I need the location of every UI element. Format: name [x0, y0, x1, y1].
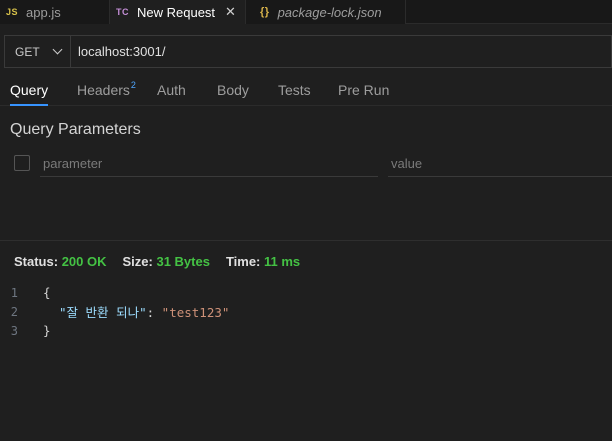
response-status-bar: Status: 200 OK Size: 31 Bytes Time: 11 m…: [14, 254, 300, 269]
tab-pre-run[interactable]: Pre Run: [338, 82, 389, 106]
request-tabs: Query Headers2 Auth Body Tests Pre Run: [0, 78, 612, 106]
json-value: "test123": [161, 305, 230, 320]
time-label: Time:: [225, 254, 261, 269]
tab-label: app.js: [26, 4, 61, 20]
time-info: Time: 11 ms: [226, 254, 300, 269]
tab-headers[interactable]: Headers2: [77, 80, 136, 106]
parameter-value-input[interactable]: [388, 150, 612, 177]
response-body[interactable]: 1 { 2 "잘 반환 되나": "test123" 3 }: [0, 283, 612, 340]
editor-tab-bar: JS app.js TC New Request ✕ {} package-lo…: [0, 0, 612, 24]
tab-package-lock-json[interactable]: {} package-lock.json: [246, 0, 406, 24]
method-select[interactable]: GET: [5, 36, 71, 67]
url-input[interactable]: localhost:3001/: [71, 44, 165, 59]
size-value: 31 Bytes: [156, 254, 210, 269]
close-icon[interactable]: ✕: [225, 4, 236, 20]
tab-body[interactable]: Body: [217, 82, 249, 106]
panel-divider[interactable]: [0, 240, 612, 241]
javascript-file-icon: JS: [6, 7, 19, 17]
size-label: Size:: [122, 254, 153, 269]
code-line: 2 "잘 반환 되나": "test123": [0, 302, 612, 321]
line-number: 2: [10, 304, 18, 319]
code-text: "잘 반환 되나": "test123": [18, 302, 229, 321]
status-info: Status: 200 OK: [14, 254, 107, 269]
tab-label: package-lock.json: [277, 4, 382, 20]
tab-auth[interactable]: Auth: [157, 82, 186, 106]
status-value: 200 OK: [61, 254, 107, 269]
code-line: 3 }: [0, 321, 612, 340]
method-value: GET: [15, 44, 40, 59]
headers-count-badge: 2: [130, 80, 136, 90]
json-file-icon: {}: [260, 6, 270, 18]
status-label: Status:: [14, 254, 59, 269]
code-text: }: [43, 323, 51, 338]
json-separator: :: [146, 305, 162, 320]
tab-app-js[interactable]: JS app.js: [0, 0, 110, 24]
line-number: 1: [10, 285, 18, 300]
code-line: 1 {: [0, 283, 612, 302]
param-enable-checkbox[interactable]: [14, 155, 30, 171]
query-parameters-title: Query Parameters: [10, 121, 141, 138]
json-key: "잘 반환 되나": [59, 305, 147, 320]
parameter-name-input[interactable]: [40, 150, 378, 177]
tab-tests[interactable]: Tests: [278, 82, 311, 106]
size-info: Size: 31 Bytes: [123, 254, 210, 269]
line-number: 3: [10, 323, 18, 338]
chevron-down-icon: [52, 44, 63, 55]
code-text: {: [43, 285, 51, 300]
tab-query[interactable]: Query: [10, 82, 49, 106]
tab-new-request[interactable]: TC New Request ✕: [110, 0, 246, 24]
url-bar: GET localhost:3001/: [4, 35, 612, 68]
thunder-client-icon: TC: [116, 7, 129, 17]
time-value: 11 ms: [264, 254, 301, 269]
tab-label: New Request: [137, 4, 216, 20]
tab-headers-label: Headers: [77, 82, 130, 98]
